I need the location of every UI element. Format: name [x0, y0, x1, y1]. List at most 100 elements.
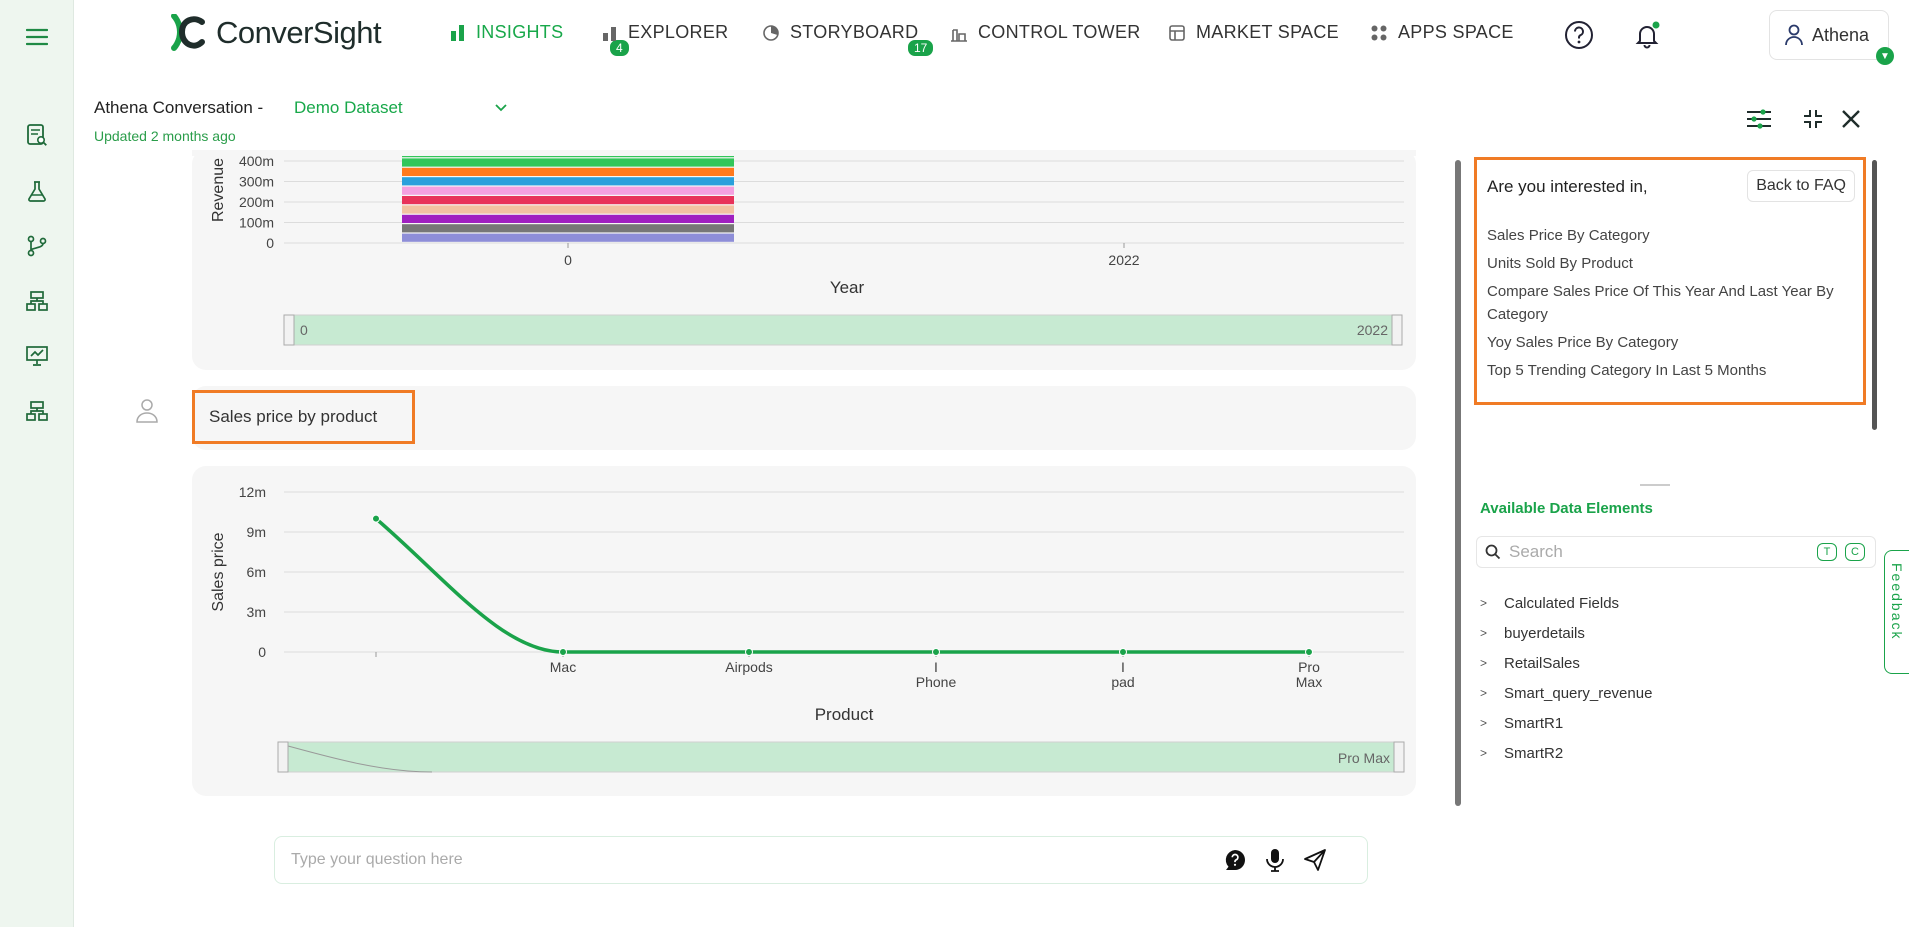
branch-icon[interactable]: [22, 231, 52, 261]
filter-sliders-icon[interactable]: [1744, 104, 1774, 134]
chevron-right-icon: >: [1480, 656, 1488, 670]
panel-resize-handle[interactable]: [1640, 484, 1670, 488]
user-query-text: Sales price by product: [192, 390, 415, 444]
market-icon: [1169, 24, 1185, 41]
left-rail: [0, 0, 74, 927]
data-point: [372, 514, 380, 523]
feedback-label: Feedback: [1889, 563, 1905, 641]
microphone-icon[interactable]: [1259, 844, 1291, 876]
nav-storyboard[interactable]: STORYBOARD: [762, 22, 918, 43]
nav-control-tower[interactable]: CONTROL TOWER: [950, 22, 1141, 43]
data-elements-search: T C: [1476, 536, 1876, 568]
tree-item-calculated-fields[interactable]: > Calculated Fields: [1480, 588, 1652, 618]
data-point: [1119, 648, 1127, 656]
hierarchy-icon[interactable]: [22, 286, 52, 316]
tree-item-smart-query-revenue[interactable]: > Smart_query_revenue: [1480, 678, 1652, 708]
dataset-chevron-down-icon[interactable]: [494, 100, 508, 118]
feedback-tab[interactable]: Feedback: [1884, 550, 1909, 674]
data-elements-title: Available Data Elements: [1480, 500, 1653, 517]
help-icon[interactable]: [1562, 18, 1596, 52]
send-icon[interactable]: [1299, 844, 1331, 876]
y-axis-title: Sales price: [210, 532, 227, 611]
logo[interactable]: ConverSight: [168, 14, 382, 52]
x-axis-title: Product: [815, 705, 874, 724]
hamburger-menu-icon[interactable]: [22, 22, 52, 52]
bar-segment: [402, 186, 734, 195]
suggestion-item[interactable]: Compare Sales Price Of This Year And Las…: [1487, 280, 1847, 326]
suggestions-title: Are you interested in,: [1487, 177, 1648, 196]
suggestions-list: Sales Price By Category Units Sold By Pr…: [1487, 224, 1847, 387]
tree-item-label: RetailSales: [1504, 654, 1580, 672]
search-input[interactable]: [1509, 542, 1809, 562]
storyboard-icon: [763, 24, 779, 41]
tree-item-buyerdetails[interactable]: > buyerdetails: [1480, 618, 1652, 648]
suggestion-item[interactable]: Sales Price By Category: [1487, 224, 1847, 247]
text-filter-button[interactable]: T: [1817, 543, 1837, 561]
range-slider: [277, 741, 1405, 773]
ask-bar: [274, 836, 1368, 884]
tree-item-label: buyerdetails: [1504, 624, 1585, 642]
help-bubble-icon[interactable]: [1219, 844, 1251, 876]
apps-icon: [1371, 25, 1387, 40]
x-tick-label: I: [934, 659, 938, 675]
y-tick-label: 200m: [239, 194, 274, 210]
main-scrollbar[interactable]: [1455, 160, 1461, 806]
y-tick-label: 0: [258, 644, 266, 660]
user-caret-icon[interactable]: ▼: [1876, 47, 1894, 65]
calc-filter-button[interactable]: C: [1845, 543, 1865, 561]
nav-insights[interactable]: INSIGHTS: [450, 22, 563, 43]
y-tick-label: 300m: [239, 174, 274, 190]
tree-item-smartr2[interactable]: > SmartR2: [1480, 738, 1652, 768]
suggestion-item[interactable]: Units Sold By Product: [1487, 252, 1847, 275]
suggestions-scrollbar[interactable]: [1872, 160, 1877, 430]
nav-apps-space-label: APPS SPACE: [1398, 22, 1514, 42]
dataset-selector[interactable]: Demo Dataset: [294, 98, 403, 118]
tree-item-label: Smart_query_revenue: [1504, 684, 1653, 702]
updated-timestamp: Updated 2 months ago: [94, 128, 236, 144]
close-icon[interactable]: [1836, 104, 1866, 134]
y-tick-label: 0: [266, 235, 274, 251]
chevron-right-icon: >: [1480, 626, 1488, 640]
revenue-chart-card: 0 100m 200m 300m 400m 0 2022 Year Revenue 0 2022: [192, 130, 1416, 370]
nav-control-tower-label: CONTROL TOWER: [978, 22, 1141, 42]
question-input[interactable]: [291, 851, 1211, 869]
x-tick-label: I: [1121, 659, 1125, 675]
chevron-right-icon: >: [1480, 716, 1488, 730]
flask-icon[interactable]: [22, 176, 52, 206]
bar-segment: [402, 233, 734, 242]
nav-apps-space[interactable]: APPS SPACE: [1370, 22, 1514, 43]
nav-market-space-label: MARKET SPACE: [1196, 22, 1339, 42]
bar-segment: [402, 224, 734, 233]
report-search-icon[interactable]: [22, 120, 52, 150]
collapse-icon[interactable]: [1798, 104, 1828, 134]
nav-explorer[interactable]: EXPLORER: [602, 22, 728, 43]
chevron-right-icon: >: [1480, 596, 1488, 610]
slider-start-label: 0: [300, 322, 308, 338]
suggestion-item[interactable]: Top 5 Trending Category In Last 5 Months: [1487, 359, 1847, 382]
tree-item-smartr1[interactable]: > SmartR1: [1480, 708, 1652, 738]
suggestion-item[interactable]: Yoy Sales Price By Category: [1487, 331, 1847, 354]
user-name: Athena: [1812, 24, 1870, 45]
series-line: [374, 517, 1309, 654]
slider-handle-left: [283, 314, 295, 346]
data-point: [745, 648, 753, 656]
back-to-faq-button[interactable]: Back to FAQ: [1747, 170, 1855, 202]
bar-segment: [402, 205, 734, 214]
chevron-right-icon: >: [1480, 686, 1488, 700]
scroll-mask: [192, 130, 1416, 156]
x-tick-label: Max: [1296, 674, 1322, 690]
sales-price-chart-card: 0 3m 6m 9m 12m Mac Airpods I Phone Ipad Pro Max Prod…: [192, 466, 1416, 796]
notification-bell-icon[interactable]: [1630, 18, 1664, 52]
top-nav: ConverSight INSIGHTS 4 EXPLORER STORYBOA…: [74, 0, 1909, 72]
nav-market-space[interactable]: MARKET SPACE: [1168, 22, 1339, 43]
chevron-right-icon: >: [1480, 746, 1488, 760]
tree-item-retailsales[interactable]: > RetailSales: [1480, 648, 1652, 678]
y-axis-title: Revenue: [210, 158, 227, 222]
user-menu[interactable]: Athena ▼: [1769, 10, 1894, 65]
data-point: [932, 648, 940, 656]
nav-storyboard-badge: 17: [906, 38, 936, 58]
tree-item-label: SmartR1: [1504, 714, 1564, 732]
data-point: [559, 648, 567, 656]
presentation-icon[interactable]: [22, 341, 52, 371]
hierarchy-alt-icon[interactable]: [22, 396, 52, 426]
